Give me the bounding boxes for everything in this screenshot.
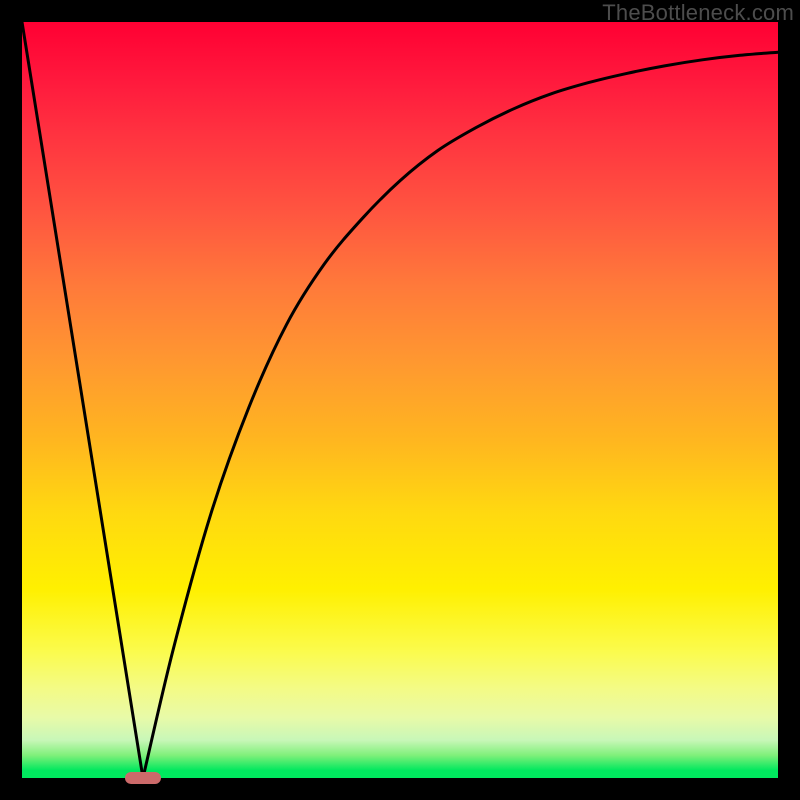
curve-left-branch bbox=[22, 22, 143, 778]
curve-right-branch bbox=[143, 52, 778, 778]
chart-container: TheBottleneck.com bbox=[0, 0, 800, 800]
watermark-text: TheBottleneck.com bbox=[602, 0, 794, 26]
minimum-marker bbox=[125, 772, 161, 784]
chart-curves bbox=[22, 22, 778, 778]
